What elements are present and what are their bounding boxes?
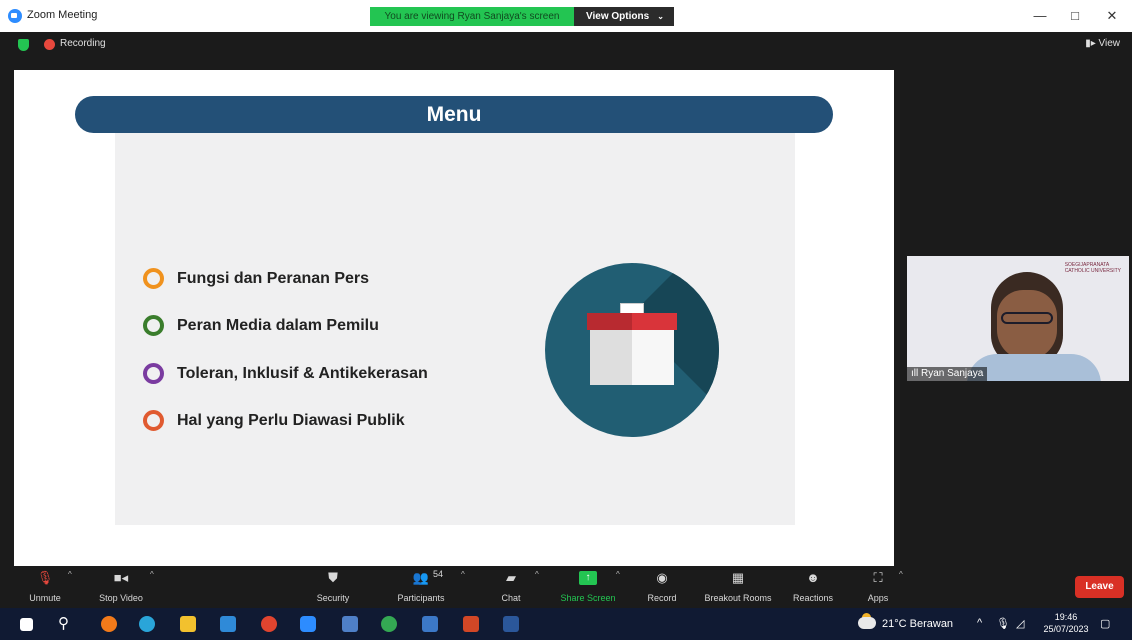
video-options-caret[interactable]: ^ [150, 570, 154, 579]
ballot-box-lid-side [587, 313, 632, 330]
participant-face [997, 290, 1057, 360]
windows-taskbar: ⚲ 21°C Berawan ^ 🎙 ◿ 19:46 25/07/2023 ▢ [0, 608, 1132, 640]
mail-icon[interactable] [220, 616, 236, 632]
share-options-caret[interactable]: ^ [616, 570, 620, 579]
menu-item-label: Fungsi dan Peranan Pers [177, 270, 370, 287]
breakout-rooms-button[interactable]: ▦ Breakout Rooms [698, 569, 778, 605]
share-screen-icon: ↑ [579, 571, 597, 585]
minimize-button[interactable]: — [1025, 6, 1055, 26]
search-icon[interactable]: ⚲ [58, 614, 74, 632]
unmute-label: Unmute [29, 593, 61, 603]
apps-icon: ⛶ [873, 570, 883, 585]
chrome-icon[interactable] [261, 616, 277, 632]
reactions-button[interactable]: ☻ Reactions [788, 569, 838, 605]
record-button[interactable]: ◉ Record [641, 569, 683, 605]
shield-icon[interactable] [18, 39, 29, 51]
security-label: Security [316, 593, 350, 603]
ring-bullet-icon [143, 315, 164, 336]
tray-overflow-chevron-icon[interactable]: ^ [977, 617, 982, 629]
file-explorer-icon[interactable] [180, 616, 196, 632]
window-title: Zoom Meeting [27, 9, 98, 21]
university-logo: SOEGIJAPRANATA CATHOLIC UNIVERSITY [1064, 262, 1121, 274]
share-screen-button[interactable]: ↑ Share Screen [555, 569, 621, 605]
security-shield-icon: ⛊ [328, 570, 338, 585]
record-label: Record [647, 593, 677, 603]
participants-options-caret[interactable]: ^ [461, 570, 465, 579]
meeting-topbar: Recording ▮▸ View [0, 32, 1132, 58]
chat-button[interactable]: ▰ Chat [494, 569, 528, 605]
ring-bullet-icon [143, 410, 164, 431]
weather-cloud-icon[interactable] [858, 617, 876, 629]
zoom-app-icon [8, 9, 22, 23]
apps-options-caret[interactable]: ^ [899, 570, 903, 579]
share-screen-label: Share Screen [560, 593, 616, 603]
audio-options-caret[interactable]: ^ [68, 570, 72, 579]
reactions-label: Reactions [792, 593, 834, 603]
ring-bullet-icon [143, 268, 164, 289]
leave-button[interactable]: Leave [1075, 576, 1124, 598]
system-clock[interactable]: 19:46 25/07/2023 [1037, 611, 1095, 635]
unmute-button[interactable]: 🎙 Unmute [20, 569, 70, 605]
recording-icon [44, 39, 55, 50]
clock-time: 19:46 [1054, 612, 1078, 622]
viewing-screen-banner: You are viewing Ryan Sanjaya's screen [370, 7, 574, 26]
network-icon[interactable]: ◿ [1016, 617, 1024, 630]
meeting-toolbar: 🎙 Unmute ^ ■◂ Stop Video ^ ⛊ Security 👥 … [0, 566, 1132, 608]
view-label: View [1098, 38, 1121, 49]
breakout-rooms-icon: ▦ [731, 570, 745, 585]
participant-video-tile[interactable]: SOEGIJAPRANATA CATHOLIC UNIVERSITY ıll R… [907, 256, 1129, 381]
ballot-box-side [590, 327, 632, 385]
menu-item-label: Peran Media dalam Pemilu [177, 317, 379, 334]
breakout-rooms-label: Breakout Rooms [704, 593, 772, 603]
view-options-button[interactable]: View Options ⌄ [574, 7, 674, 26]
notifications-icon[interactable]: ▢ [1100, 617, 1110, 630]
participants-label: Participants [397, 593, 445, 603]
participant-glasses [1001, 312, 1053, 324]
microphone-tray-icon[interactable]: 🎙 [996, 617, 1010, 630]
microphone-muted-icon: 🎙 [36, 570, 54, 585]
chat-label: Chat [501, 593, 521, 603]
shared-screen: Menu Fungsi dan Peranan Pers Peran Media… [14, 70, 894, 566]
edge-icon[interactable] [139, 616, 155, 632]
menu-item-label: Hal yang Perlu Diawasi Publik [177, 412, 405, 429]
slide-panel: Fungsi dan Peranan Pers Peran Media dala… [115, 133, 795, 525]
security-button[interactable]: ⛊ Security [310, 569, 356, 605]
participant-name-badge: ıll Ryan Sanjaya [907, 367, 988, 381]
stop-video-button[interactable]: ■◂ Stop Video [92, 569, 150, 605]
powerpoint-icon[interactable] [463, 616, 479, 632]
maximize-button[interactable]: □ [1060, 6, 1090, 26]
record-icon: ◉ [656, 570, 668, 585]
menu-item-label: Toleran, Inklusif & Antikekerasan [177, 365, 428, 382]
apps-button[interactable]: ⛶ Apps [861, 569, 895, 605]
clock-date: 25/07/2023 [1043, 624, 1089, 634]
windows-start-icon[interactable] [20, 618, 33, 631]
chat-options-caret[interactable]: ^ [535, 570, 539, 579]
photos-icon[interactable] [422, 616, 438, 632]
ring-bullet-icon [143, 363, 164, 384]
weather-text[interactable]: 21°C Berawan [882, 618, 953, 630]
reactions-smiley-icon: ☻ [806, 570, 820, 585]
signal-icon: ıll [911, 368, 921, 379]
firefox-icon[interactable] [101, 616, 117, 632]
word-icon[interactable] [503, 616, 519, 632]
zoom-taskbar-icon[interactable] [300, 616, 316, 632]
close-button[interactable]: ✕ [1097, 6, 1127, 26]
participant-count: 54 [433, 569, 444, 579]
ballot-box-icon [545, 263, 719, 437]
video-camera-icon: ■◂ [113, 570, 129, 585]
view-icon: ▮▸ [1085, 38, 1099, 49]
view-button[interactable]: ▮▸ View [1085, 38, 1120, 49]
participant-name: Ryan Sanjaya [921, 368, 984, 379]
chevron-down-icon: ⌄ [657, 12, 664, 21]
chat-bubble-icon: ▰ [506, 570, 516, 585]
participants-icon: 👥 [412, 570, 430, 585]
chrome-profile-icon[interactable] [381, 616, 397, 632]
recording-label: Recording [60, 38, 106, 49]
view-options-label: View Options [586, 11, 650, 22]
calendar-icon[interactable] [342, 616, 358, 632]
apps-label: Apps [867, 593, 889, 603]
slide-title: Menu [75, 96, 833, 133]
stop-video-label: Stop Video [99, 593, 143, 603]
window-titlebar: Zoom Meeting You are viewing Ryan Sanjay… [0, 0, 1132, 32]
